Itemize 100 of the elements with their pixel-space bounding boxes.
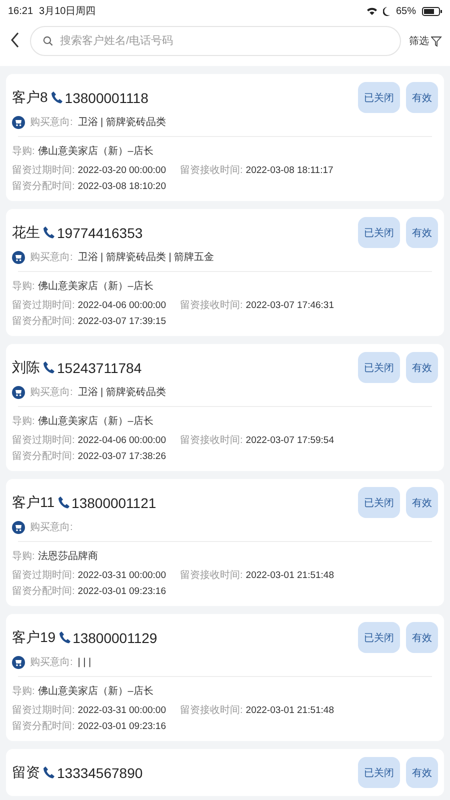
- time-label: 留资接收时间:: [180, 568, 243, 582]
- filter-icon: [431, 36, 442, 46]
- guide-value: 佛山意美家店（新）–店长: [38, 144, 154, 158]
- customer-name: 刘陈: [12, 358, 40, 376]
- time-label: 留资过期时间:: [12, 568, 75, 582]
- time-value: 2022-03-01 09:23:16: [78, 586, 166, 597]
- intent-label: 购买意向:: [30, 520, 73, 534]
- customer-name: 客户19: [12, 628, 56, 646]
- intent-label: 购买意向:: [30, 116, 73, 129]
- cart-icon: [12, 520, 25, 534]
- customer-card[interactable]: 客户11 13800001121 已关闭 有效 购买意向: 导购: 法恩莎品牌商 留资过期时间: 2022-03-31 00:00:00 留资接收时间: 2022-03-01 21:51:48 留资分配时间: 2022-03-01 09:23:16: [6, 479, 444, 606]
- time-label: 留资过期时间:: [12, 704, 75, 717]
- search-field[interactable]: 搜索客户姓名/电话号码: [30, 26, 401, 56]
- time-label: 留资过期时间:: [12, 298, 75, 312]
- status-button[interactable]: 有效: [406, 352, 438, 383]
- search-icon: [43, 36, 53, 46]
- intent-label: 购买意向:: [30, 386, 73, 399]
- phone-number[interactable]: 13800001121: [72, 494, 156, 510]
- time-value: 2022-03-08 18:11:17: [246, 165, 334, 176]
- time-label: 留资分配时间:: [12, 450, 75, 463]
- customer-name: 留资: [12, 764, 40, 782]
- status-button[interactable]: 已关闭: [358, 622, 400, 653]
- customer-name: 客户11: [12, 494, 55, 512]
- status-button[interactable]: 有效: [406, 757, 438, 788]
- wifi-icon: [366, 7, 377, 15]
- status-button[interactable]: 已关闭: [358, 487, 400, 518]
- guide-label: 导购:: [12, 415, 35, 428]
- time-value: 2022-03-01 09:23:16: [78, 721, 166, 732]
- time-label: 留资分配时间:: [12, 584, 75, 598]
- status-button[interactable]: 有效: [406, 82, 438, 113]
- time-value: 2022-03-01 21:51:48: [246, 570, 334, 581]
- intent-value: 卫浴 | 箭牌瓷砖品类 | 箭牌五金: [78, 250, 214, 264]
- intent-label: 购买意向:: [30, 656, 73, 669]
- guide-label: 导购:: [12, 685, 35, 698]
- intent-label: 购买意向:: [30, 250, 73, 264]
- status-time: 16:21: [8, 6, 34, 16]
- customer-card[interactable]: 留资 13334567890 已关闭 有效: [6, 749, 444, 796]
- filter-button[interactable]: 筛选: [409, 34, 442, 48]
- guide-value: 佛山意美家店（新）–店长: [38, 280, 154, 293]
- phone-number[interactable]: 19774416353: [57, 224, 143, 240]
- status-button[interactable]: 有效: [406, 487, 438, 518]
- time-label: 留资过期时间:: [12, 434, 75, 447]
- time-value: 2022-04-06 00:00:00: [78, 435, 166, 446]
- time-value: 2022-03-31 00:00:00: [78, 570, 166, 581]
- phone-icon: [58, 496, 70, 509]
- status-button[interactable]: 已关闭: [358, 757, 400, 788]
- cart-icon: [12, 386, 25, 398]
- phone-number[interactable]: 13800001129: [72, 630, 158, 646]
- time-value: 2022-03-20 00:00:00: [78, 165, 166, 176]
- status-button[interactable]: 已关闭: [358, 352, 400, 383]
- phone-icon: [58, 631, 71, 644]
- customer-card[interactable]: 花生 19774416353 已关闭 有效 购买意向: 卫浴 | 箭牌瓷砖品类 | 箭牌五金 导购: 佛山意美家店（新）–店长 留资过期时间: 2022-04-06 00:00:00 留资接收时间: 2022-03-07 17:46:31 留资分配时间: 2022-03-07 17:39:15: [6, 209, 444, 336]
- status-button[interactable]: 有效: [406, 622, 438, 653]
- status-button[interactable]: 已关闭: [358, 217, 400, 248]
- status-button[interactable]: 有效: [406, 217, 438, 248]
- moon-icon: [382, 6, 390, 16]
- time-value: 2022-03-01 21:51:48: [246, 705, 334, 716]
- phone-icon: [50, 91, 63, 104]
- customer-card[interactable]: 客户8 13800001118 已关闭 有效 购买意向: 卫浴 | 箭牌瓷砖品类 导购: 佛山意美家店（新）–店长 留资过期时间: 2022-03-20 00:00:00 留资接收时间: 2022-03-08 18:11:17 留资分配时间: 2022-03-08 18:10:20: [6, 74, 444, 201]
- time-label: 留资接收时间:: [180, 164, 243, 177]
- cart-icon: [12, 116, 25, 128]
- time-label: 留资分配时间:: [12, 180, 75, 193]
- battery-percent: 65%: [396, 6, 416, 16]
- customer-name: 客户8: [12, 88, 48, 106]
- guide-value: 法恩莎品牌商: [38, 550, 98, 563]
- phone-number[interactable]: 13334567890: [57, 764, 143, 780]
- guide-value: 佛山意美家店（新）–店长: [38, 684, 154, 698]
- cart-icon: [12, 250, 25, 264]
- time-label: 留资接收时间:: [180, 298, 243, 312]
- status-button[interactable]: 已关闭: [358, 82, 400, 113]
- customer-card[interactable]: 客户19 13800001129 已关闭 有效 购买意向: | | | 导购: 佛山意美家店（新）–店长 留资过期时间: 2022-03-31 00:00:00 留资接收时间: 2022-03-01 21:51:48 留资分配时间: 2022-03-01 09:23:16: [6, 614, 444, 741]
- time-value: 2022-03-07 17:39:15: [78, 316, 166, 327]
- time-value: 2022-03-31 00:00:00: [78, 705, 166, 716]
- time-value: 2022-03-07 17:59:54: [246, 435, 334, 446]
- time-label: 留资接收时间:: [180, 704, 243, 717]
- time-label: 留资分配时间:: [12, 314, 75, 328]
- intent-value: | | |: [78, 656, 92, 668]
- status-date: 3月10日周四: [39, 5, 96, 18]
- guide-label: 导购:: [12, 280, 35, 293]
- battery-icon: [422, 6, 442, 16]
- phone-number[interactable]: 13800001118: [64, 90, 148, 106]
- intent-value: 卫浴 | 箭牌瓷砖品类: [78, 386, 166, 399]
- intent-value: 卫浴 | 箭牌瓷砖品类: [78, 116, 166, 129]
- time-value: 2022-04-06 00:00:00: [78, 300, 166, 311]
- time-value: 2022-03-07 17:38:26: [78, 451, 166, 462]
- time-label: 留资分配时间:: [12, 720, 75, 733]
- time-label: 留资接收时间:: [180, 434, 243, 447]
- phone-number[interactable]: 15243711784: [57, 360, 142, 376]
- phone-icon: [43, 361, 55, 374]
- phone-icon: [43, 226, 55, 239]
- time-label: 留资过期时间:: [12, 164, 75, 177]
- customer-name: 花生: [12, 224, 40, 242]
- cart-icon: [12, 656, 25, 668]
- time-value: 2022-03-07 17:46:31: [246, 300, 334, 311]
- guide-label: 导购:: [12, 550, 35, 563]
- phone-icon: [43, 766, 55, 779]
- customer-card[interactable]: 刘陈 15243711784 已关闭 有效 购买意向: 卫浴 | 箭牌瓷砖品类 导购: 佛山意美家店（新）–店长 留资过期时间: 2022-04-06 00:00:00 留资接收时间: 2022-03-07 17:59:54 留资分配时间: 2022-03-07 17:38:26: [6, 344, 444, 471]
- guide-value: 佛山意美家店（新）–店长: [38, 414, 154, 428]
- guide-label: 导购:: [12, 145, 35, 158]
- time-value: 2022-03-08 18:10:20: [78, 181, 166, 192]
